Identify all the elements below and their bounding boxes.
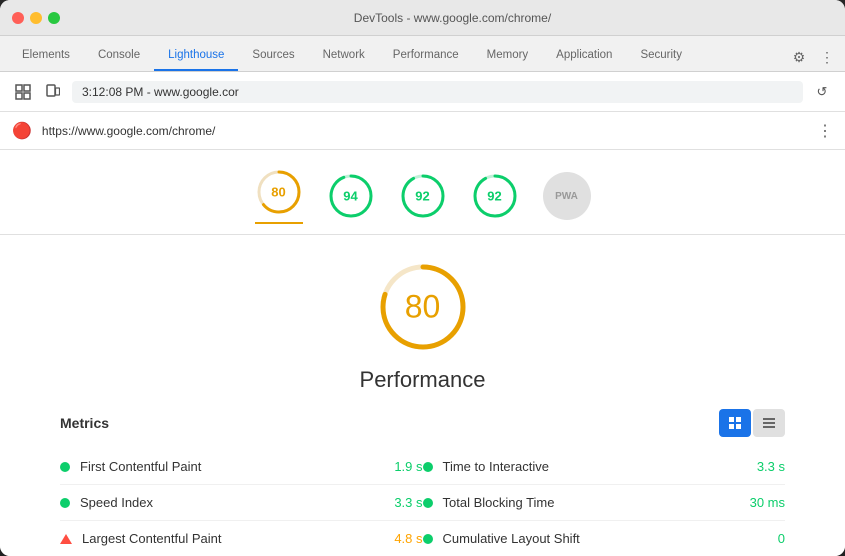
tti-label: Time to Interactive	[443, 459, 747, 474]
metric-si: Speed Index 3.3 s	[60, 485, 423, 521]
tab-lighthouse[interactable]: Lighthouse	[154, 41, 238, 71]
traffic-lights	[12, 12, 60, 24]
tab-security[interactable]: Security	[626, 41, 696, 71]
big-score-title: Performance	[360, 367, 486, 393]
lighthouse-url-text: https://www.google.com/chrome/	[42, 124, 807, 138]
score-circle-92b: 92	[471, 172, 519, 220]
metrics-grid: First Contentful Paint 1.9 s Time to Int…	[60, 449, 785, 556]
settings-icon[interactable]: ⚙	[789, 47, 809, 67]
device-icon[interactable]	[42, 81, 64, 103]
refresh-icon[interactable]: ↺	[811, 81, 833, 103]
tab-application[interactable]: Application	[542, 41, 626, 71]
pwa-badge: PWA	[543, 172, 591, 220]
devtools-inspect-icon[interactable]	[12, 81, 34, 103]
tab-memory[interactable]: Memory	[473, 41, 543, 71]
list-view-button[interactable]	[753, 409, 785, 437]
score-92b-value: 92	[487, 189, 501, 204]
pwa-label: PWA	[555, 191, 578, 202]
score-92a-value: 92	[415, 189, 429, 204]
score-circle-92a: 92	[399, 172, 447, 220]
fcp-label: First Contentful Paint	[80, 459, 384, 474]
more-options-icon[interactable]: ⋮	[817, 121, 833, 141]
fcp-indicator	[60, 462, 70, 472]
fcp-value: 1.9 s	[394, 459, 422, 474]
big-score-circle: 80	[375, 259, 471, 355]
score-circle-pwa[interactable]: PWA	[543, 172, 591, 220]
metric-fcp: First Contentful Paint 1.9 s	[60, 449, 423, 485]
lcp-label: Largest Contentful Paint	[82, 531, 384, 546]
title-bar: DevTools - www.google.com/chrome/	[0, 0, 845, 36]
metrics-header: Metrics	[60, 409, 785, 437]
metric-cls: Cumulative Layout Shift 0	[423, 521, 786, 556]
metrics-section: Metrics	[0, 409, 845, 556]
score-circle-best-practices[interactable]: 92	[399, 172, 447, 220]
cls-indicator	[423, 534, 433, 544]
score-80-value: 80	[271, 185, 285, 200]
tbt-value: 30 ms	[750, 495, 785, 510]
cls-label: Cumulative Layout Shift	[443, 531, 768, 546]
score-circle-94: 94	[327, 172, 375, 220]
lighthouse-url-bar: 🔴 https://www.google.com/chrome/ ⋮	[0, 112, 845, 150]
tab-network[interactable]: Network	[309, 41, 379, 71]
metric-tbt: Total Blocking Time 30 ms	[423, 485, 786, 521]
devtools-window: DevTools - www.google.com/chrome/ Elemen…	[0, 0, 845, 556]
si-label: Speed Index	[80, 495, 384, 510]
metric-tti: Time to Interactive 3.3 s	[423, 449, 786, 485]
metrics-title: Metrics	[60, 415, 109, 431]
grid-view-button[interactable]	[719, 409, 751, 437]
tti-indicator	[423, 462, 433, 472]
big-score-value: 80	[405, 289, 441, 326]
maximize-button[interactable]	[48, 12, 60, 24]
lighthouse-logo-icon: 🔴	[12, 121, 32, 141]
tbt-label: Total Blocking Time	[443, 495, 740, 510]
si-value: 3.3 s	[394, 495, 422, 510]
close-button[interactable]	[12, 12, 24, 24]
metric-lcp: Largest Contentful Paint 4.8 s	[60, 521, 423, 556]
window-title: DevTools - www.google.com/chrome/	[72, 11, 833, 25]
address-bar: ↺	[0, 72, 845, 112]
tbt-indicator	[423, 498, 433, 508]
big-score-section: 80 Performance	[0, 235, 845, 409]
tab-performance[interactable]: Performance	[379, 41, 473, 71]
cls-value: 0	[778, 531, 785, 546]
score-circles-row: 80 94	[0, 150, 845, 235]
view-toggle	[719, 409, 785, 437]
si-indicator	[60, 498, 70, 508]
score-circle-seo[interactable]: 92	[471, 172, 519, 220]
lcp-value: 4.8 s	[394, 531, 422, 546]
url-input[interactable]	[72, 81, 803, 103]
score-circle-accessibility[interactable]: 94	[327, 172, 375, 220]
score-94-value: 94	[343, 189, 357, 204]
minimize-button[interactable]	[30, 12, 42, 24]
devtools-tabs: Elements Console Lighthouse Sources Netw…	[0, 36, 845, 72]
score-circle-performance[interactable]: 80	[255, 168, 303, 224]
more-icon[interactable]: ⋮	[817, 47, 837, 67]
tab-console[interactable]: Console	[84, 41, 154, 71]
tti-value: 3.3 s	[757, 459, 785, 474]
tab-actions: ⚙ ⋮	[789, 47, 837, 71]
tab-sources[interactable]: Sources	[238, 41, 308, 71]
active-indicator	[255, 222, 303, 224]
score-circle-80: 80	[255, 168, 303, 216]
lcp-indicator	[60, 534, 72, 544]
lighthouse-content: 80 94	[0, 150, 845, 556]
tab-elements[interactable]: Elements	[8, 41, 84, 71]
